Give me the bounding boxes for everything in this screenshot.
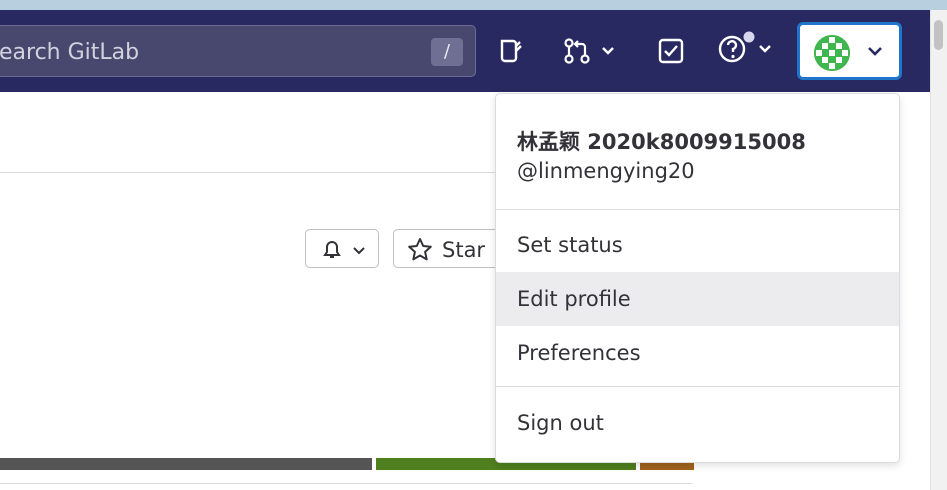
search-shortcut-key: / [431,38,463,66]
chevron-down-icon [867,44,883,62]
user-menu-toggle[interactable] [797,22,902,80]
content-divider [0,172,500,173]
issues-icon[interactable] [497,34,525,68]
star-label: Star [442,238,486,262]
star-button[interactable]: Star [393,229,503,268]
scrollbar-track[interactable] [930,10,947,490]
scrollbar-thumb[interactable] [934,20,943,50]
help-icon[interactable] [717,29,777,64]
chevron-down-icon [352,243,366,261]
search-placeholder: earch GitLab [0,40,140,65]
merge-requests-icon[interactable] [563,34,619,68]
user-display-name[interactable]: 林孟颖 2020k8009915008 [517,126,806,156]
avatar [814,35,850,71]
search-box[interactable]: earch GitLab / [0,25,476,77]
user-username[interactable]: @linmengying20 [517,159,695,183]
menu-divider [496,386,899,387]
preferences-item[interactable]: Preferences [496,326,899,380]
menu-divider [496,209,899,210]
user-dropdown-menu: 林孟颖 2020k8009915008 @linmengying20 Set s… [495,93,900,463]
language-bar-segment [0,458,372,470]
star-icon [407,237,433,268]
window-top-strip [0,0,947,10]
todos-icon[interactable] [657,34,685,68]
edit-profile-item[interactable]: Edit profile [496,272,899,326]
notification-settings-button[interactable] [305,229,379,268]
sign-out-item[interactable]: Sign out [496,396,899,450]
panel-border [0,483,693,484]
bell-icon [320,237,344,266]
set-status-item[interactable]: Set status [496,218,899,272]
